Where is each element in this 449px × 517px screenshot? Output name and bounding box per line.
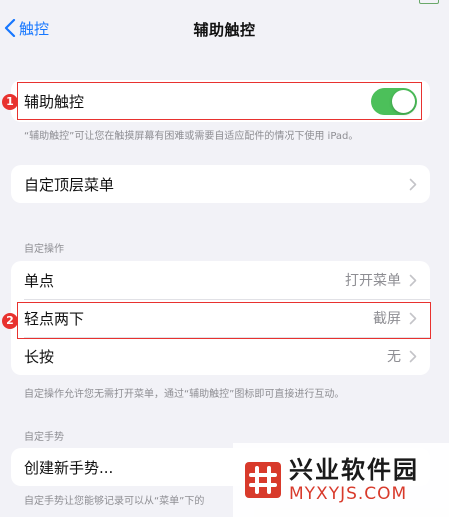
navigation-bar: 触控 辅助触控 xyxy=(0,0,449,58)
chevron-right-icon xyxy=(409,178,417,190)
watermark-cn: 兴业软件园 xyxy=(289,456,419,484)
chevron-right-icon xyxy=(409,312,417,324)
long-press-value: 无 xyxy=(387,349,401,365)
double-tap-label: 轻点两下 xyxy=(24,309,85,328)
battery-icon xyxy=(419,0,439,4)
assistive-touch-row[interactable]: 辅助触控 xyxy=(11,80,430,122)
assistive-touch-toggle[interactable] xyxy=(371,87,417,115)
watermark-en: MYXYJS.COM xyxy=(289,484,408,504)
double-tap-value: 截屏 xyxy=(373,311,401,327)
customize-top-menu-row[interactable]: 自定顶层菜单 xyxy=(11,165,430,203)
double-tap-row[interactable]: 轻点两下 截屏 xyxy=(11,299,430,337)
step-badge-2: 2 xyxy=(2,313,18,329)
custom-actions-note: 自定操作允许您无需打开菜单，通过“辅助触控”图标即可直接进行互动。 xyxy=(24,389,345,400)
toggle-knob xyxy=(392,89,415,113)
top-menu-group: 自定顶层菜单 xyxy=(11,165,430,203)
custom-gestures-note: 自定手势让您能够记录可以从“菜单”下的 xyxy=(24,496,205,507)
custom-gestures-header: 自定手势 xyxy=(24,432,64,443)
single-tap-row[interactable]: 单点 打开菜单 xyxy=(11,261,430,299)
custom-actions-group: 单点 打开菜单 轻点两下 截屏 长按 无 xyxy=(11,261,430,375)
step-badge-1: 1 xyxy=(2,94,18,110)
single-tap-label: 单点 xyxy=(24,271,55,290)
assistive-touch-group: 辅助触控 xyxy=(11,80,430,122)
site-watermark: 兴业软件园 MYXYJS.COM xyxy=(233,443,449,517)
long-press-label: 长按 xyxy=(24,347,55,366)
assistive-touch-label: 辅助触控 xyxy=(24,92,85,111)
watermark-text: 兴业软件园 MYXYJS.COM xyxy=(289,456,419,504)
long-press-row[interactable]: 长按 无 xyxy=(11,337,430,375)
chevron-right-icon xyxy=(409,274,417,286)
custom-actions-header: 自定操作 xyxy=(24,244,64,255)
single-tap-value: 打开菜单 xyxy=(345,273,401,289)
customize-top-menu-label: 自定顶层菜单 xyxy=(24,175,115,194)
watermark-logo-icon xyxy=(245,462,281,498)
chevron-right-icon xyxy=(409,350,417,362)
assistive-touch-note: “辅助触控”可让您在触摸屏幕有困难或需要自适应配件的情况下使用 iPad。 xyxy=(24,131,359,142)
page-title: 辅助触控 xyxy=(193,21,256,39)
